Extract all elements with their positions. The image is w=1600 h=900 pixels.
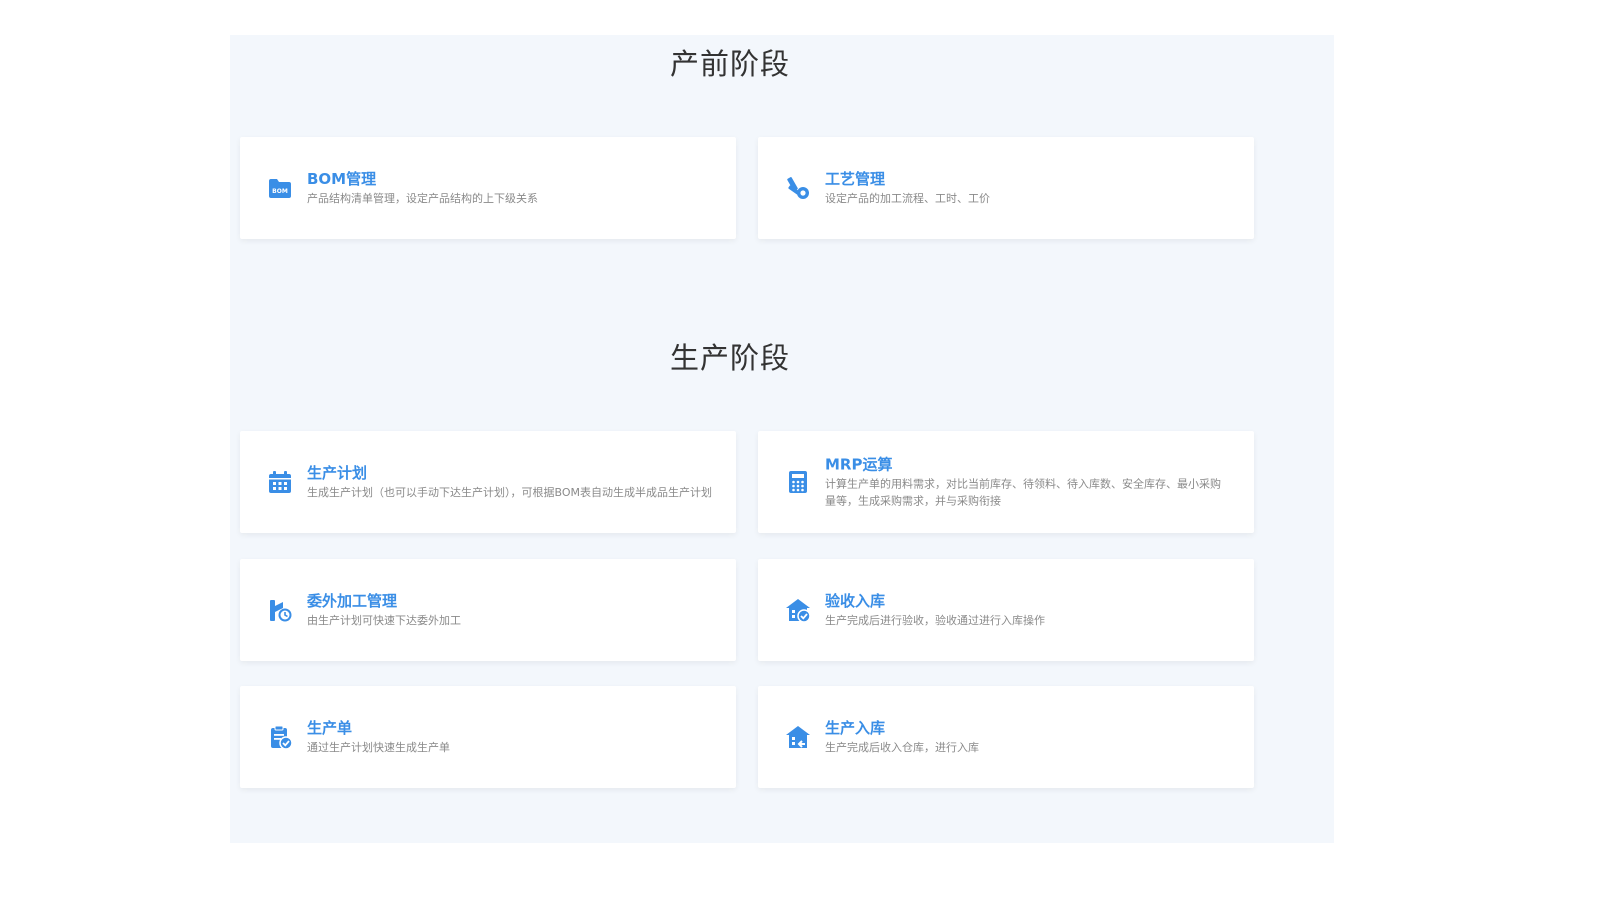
card-description: 产品结构清单管理，设定产品结构的上下级关系 — [307, 192, 538, 205]
card-description: 计算生产单的用料需求，对比当前库存、待领料、待入库数、安全库存、最小采购量等，生… — [825, 477, 1221, 508]
bom-folder-icon: BOM — [269, 179, 291, 198]
calculator-icon — [789, 471, 807, 493]
card-production-order[interactable]: 生产单 通过生产计划快速生成生产单 — [240, 686, 736, 788]
card-title: 工艺管理 — [825, 170, 886, 188]
main-panel: 产前阶段 BOM BOM管理 产品结构清单管理，设定产品结构的上下级关系 工艺管… — [230, 35, 1334, 843]
card-title: BOM管理 — [307, 170, 377, 188]
outsource-icon — [270, 600, 292, 622]
card-text: 生产入库 生产完成后收入仓库，进行入库 — [825, 718, 1230, 756]
card-outsourcing-management[interactable]: 委外加工管理 由生产计划可快速下达委外加工 — [240, 559, 736, 661]
card-text: 生产单 通过生产计划快速生成生产单 — [307, 718, 712, 756]
card-title: 生产入库 — [825, 719, 886, 737]
card-description: 由生产计划可快速下达委外加工 — [307, 614, 461, 627]
section-title-pre-production: 产前阶段 — [669, 47, 790, 81]
calendar-plan-icon — [269, 471, 291, 493]
process-tools-icon — [787, 177, 809, 199]
card-title: 委外加工管理 — [307, 592, 398, 610]
card-title: 验收入库 — [825, 592, 886, 610]
clipboard-check-icon — [271, 725, 293, 750]
card-description: 通过生产计划快速生成生产单 — [307, 741, 450, 754]
section-title-production: 生产阶段 — [669, 341, 790, 375]
card-title: 生产计划 — [307, 464, 368, 482]
card-text: 工艺管理 设定产品的加工流程、工时、工价 — [825, 169, 1230, 207]
card-production-warehousing[interactable]: 生产入库 生产完成后收入仓库，进行入库 — [758, 686, 1254, 788]
card-text: MRP运算 计算生产单的用料需求，对比当前库存、待领料、待入库数、安全库存、最小… — [825, 455, 1230, 510]
card-text: 生产计划 生成生产计划（也可以手动下达生产计划），可根据BOM表自动生成半成品生… — [307, 463, 712, 501]
card-text: 委外加工管理 由生产计划可快速下达委外加工 — [307, 591, 712, 629]
svg-text:BOM: BOM — [272, 188, 288, 195]
card-text: BOM管理 产品结构清单管理，设定产品结构的上下级关系 — [307, 169, 712, 207]
card-production-plan[interactable]: 生产计划 生成生产计划（也可以手动下达生产计划），可根据BOM表自动生成半成品生… — [240, 431, 736, 533]
card-title: MRP运算 — [825, 455, 893, 474]
card-process-management[interactable]: 工艺管理 设定产品的加工流程、工时、工价 — [758, 137, 1254, 239]
warehouse-in-icon — [786, 726, 810, 748]
card-title: 生产单 — [307, 719, 353, 737]
card-description: 设定产品的加工流程、工时、工价 — [825, 192, 990, 205]
card-acceptance-warehousing[interactable]: 验收入库 生产完成后进行验收，验收通过进行入库操作 — [758, 559, 1254, 661]
warehouse-check-icon — [786, 599, 811, 623]
card-bom-management[interactable]: BOM BOM管理 产品结构清单管理，设定产品结构的上下级关系 — [240, 137, 736, 239]
card-mrp-calculation[interactable]: MRP运算 计算生产单的用料需求，对比当前库存、待领料、待入库数、安全库存、最小… — [758, 431, 1254, 533]
card-text: 验收入库 生产完成后进行验收，验收通过进行入库操作 — [825, 591, 1230, 629]
card-description: 生产完成后收入仓库，进行入库 — [825, 741, 979, 754]
card-description: 生成生产计划（也可以手动下达生产计划），可根据BOM表自动生成半成品生产计划 — [307, 486, 712, 499]
card-description: 生产完成后进行验收，验收通过进行入库操作 — [825, 614, 1045, 627]
